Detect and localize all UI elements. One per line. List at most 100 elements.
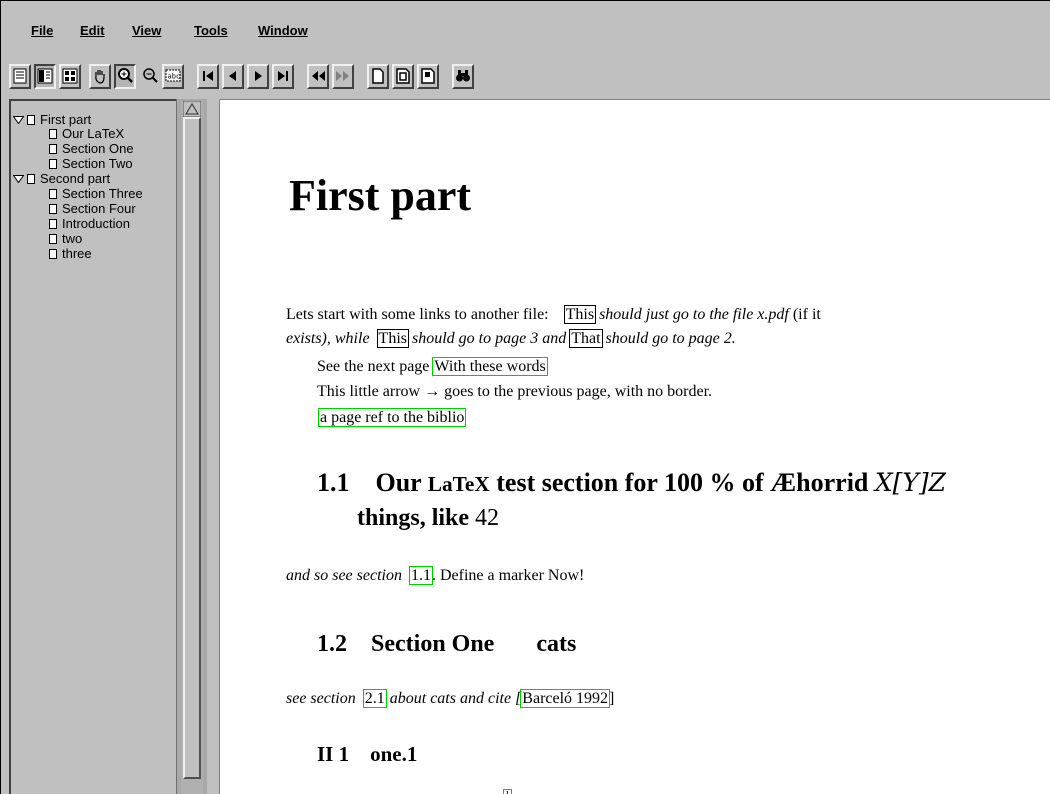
- paragraph-line: See the next page With these words: [317, 357, 548, 377]
- math-expression: X[Y]Z: [874, 468, 947, 497]
- go-back-icon: [312, 71, 325, 81]
- outline-view-icon: [37, 68, 53, 84]
- outline-item-second-part[interactable]: Second part: [13, 172, 110, 186]
- text-run: things, like: [357, 505, 470, 531]
- latex-logo: LaTeX: [427, 472, 490, 496]
- outline-label: Second part: [40, 171, 111, 186]
- outline-item-section-one[interactable]: Section One: [49, 142, 134, 156]
- previous-page-icon: [229, 71, 236, 81]
- outline-item-section-four[interactable]: Section Four: [49, 202, 136, 216]
- pane-splitter[interactable]: [207, 99, 219, 794]
- outline-item-three[interactable]: three: [49, 247, 92, 261]
- previous-page-button[interactable]: [222, 64, 244, 89]
- outline-tree: First part Our LaTeX Section One Section…: [11, 101, 176, 794]
- outline-label: two: [62, 231, 83, 246]
- go-back-button[interactable]: [307, 64, 329, 89]
- scrollbar-thumb[interactable]: [183, 117, 201, 779]
- text-run: Our: [375, 468, 422, 497]
- section-number: 1.2: [317, 631, 347, 657]
- document-page: First part Lets start with some links to…: [219, 99, 1050, 794]
- link-biblio-ref[interactable]: a page ref to the biblio: [317, 408, 467, 427]
- text-run: exists), while: [286, 330, 370, 347]
- outline-item-section-three[interactable]: Section Three: [49, 187, 143, 201]
- next-page-button[interactable]: [247, 64, 269, 89]
- text-run: (if it: [792, 306, 821, 323]
- document-icon: [49, 144, 57, 154]
- menu-window-label: Window: [258, 23, 308, 38]
- link-section-2-1[interactable]: 2.1: [362, 689, 387, 708]
- binoculars-icon: [456, 70, 470, 82]
- section-heading-1-2: 1.2 Section One cats: [317, 631, 576, 658]
- expanded-triangle-icon[interactable]: [13, 175, 24, 183]
- fit-page-button[interactable]: [367, 64, 389, 89]
- outline-item-section-two[interactable]: Section Two: [49, 157, 133, 171]
- zoom-in-icon: [118, 68, 133, 83]
- outline-label: Section Three: [62, 186, 143, 201]
- fit-width-button[interactable]: [392, 64, 414, 89]
- outline-label: Section Two: [62, 156, 133, 171]
- view-outline-button[interactable]: [34, 64, 56, 89]
- outline-label: First part: [40, 112, 92, 127]
- hand-tool-button[interactable]: [89, 64, 111, 89]
- section-heading-1-1: 1.1 Our LaTeX test section for 100 % of …: [317, 468, 946, 498]
- document-icon: [27, 115, 35, 125]
- scroll-up-arrow-icon[interactable]: [183, 101, 201, 117]
- link-next-page[interactable]: With these words: [432, 357, 548, 376]
- outline-scrollbar[interactable]: [176, 99, 207, 794]
- link-page-3[interactable]: This: [376, 329, 410, 348]
- math-number: 42: [475, 505, 500, 531]
- go-forward-icon: [336, 71, 349, 81]
- fit-visible-icon: [421, 68, 435, 84]
- section-number: 1.1: [317, 468, 350, 497]
- zoom-in-tool-button[interactable]: [114, 64, 136, 89]
- text-run: one.1: [370, 742, 418, 766]
- outline-item-first-part[interactable]: First part: [13, 113, 91, 127]
- page-only-icon: [13, 68, 27, 84]
- outline-panel: First part Our LaTeX Section One Section…: [9, 99, 176, 794]
- paragraph-line: a page ref to the biblio: [317, 408, 467, 428]
- text-run: cats: [536, 631, 577, 657]
- link-page-2[interactable]: That: [569, 329, 603, 348]
- next-page-icon: [255, 71, 262, 81]
- paragraph-line: This little arrow → goes to the previous…: [317, 383, 713, 400]
- link-citation[interactable]: Barceló 1992: [520, 689, 611, 708]
- menu-window[interactable]: Window: [258, 23, 308, 38]
- text-run: and so see section: [286, 567, 402, 584]
- menu-edit[interactable]: Edit: [80, 23, 105, 38]
- menu-view[interactable]: View: [132, 23, 161, 38]
- expanded-triangle-icon[interactable]: [13, 116, 24, 124]
- text-run: test section for 100 % of Æhorrid: [496, 468, 869, 497]
- zoom-out-tool-button[interactable]: [139, 64, 161, 89]
- fit-width-icon: [396, 68, 410, 84]
- link-this-file[interactable]: This: [563, 305, 597, 324]
- app-window: File Edit View Tools Window abc First pa…: [0, 0, 1050, 794]
- view-page-only-button[interactable]: [9, 64, 31, 89]
- text-run: see section: [286, 690, 356, 707]
- fit-visible-button[interactable]: [417, 64, 439, 89]
- first-page-button[interactable]: [197, 64, 219, 89]
- menu-tools[interactable]: Tools: [194, 23, 228, 38]
- outline-item-introduction[interactable]: Introduction: [49, 217, 130, 231]
- section-number: II 1: [317, 742, 350, 766]
- section-heading-1-1-cont: things, like 42: [357, 505, 499, 532]
- menu-file[interactable]: File: [31, 23, 53, 38]
- find-button[interactable]: [452, 64, 474, 89]
- hand-icon: [95, 70, 105, 84]
- last-page-button[interactable]: [272, 64, 294, 89]
- outline-label: three: [62, 246, 92, 261]
- view-thumbnails-button[interactable]: [59, 64, 81, 89]
- select-text-tool-button[interactable]: abc: [162, 64, 184, 89]
- text-run: Lets start with some links to another fi…: [286, 306, 549, 323]
- last-page-icon: [278, 71, 288, 81]
- link-section-1-1[interactable]: 1.1: [408, 566, 433, 585]
- outline-item-our-latex[interactable]: Our LaTeX: [49, 127, 124, 141]
- document-icon: [49, 189, 57, 199]
- footnote-link[interactable]: 1: [503, 789, 512, 794]
- select-text-icon: abc: [165, 69, 181, 82]
- outline-item-two[interactable]: two: [49, 232, 82, 246]
- go-forward-button[interactable]: [332, 64, 354, 89]
- document-icon: [27, 174, 35, 184]
- menu-tools-label: Tools: [194, 23, 228, 38]
- first-page-icon: [203, 71, 213, 81]
- footnote-marker-line: 1: [503, 786, 512, 794]
